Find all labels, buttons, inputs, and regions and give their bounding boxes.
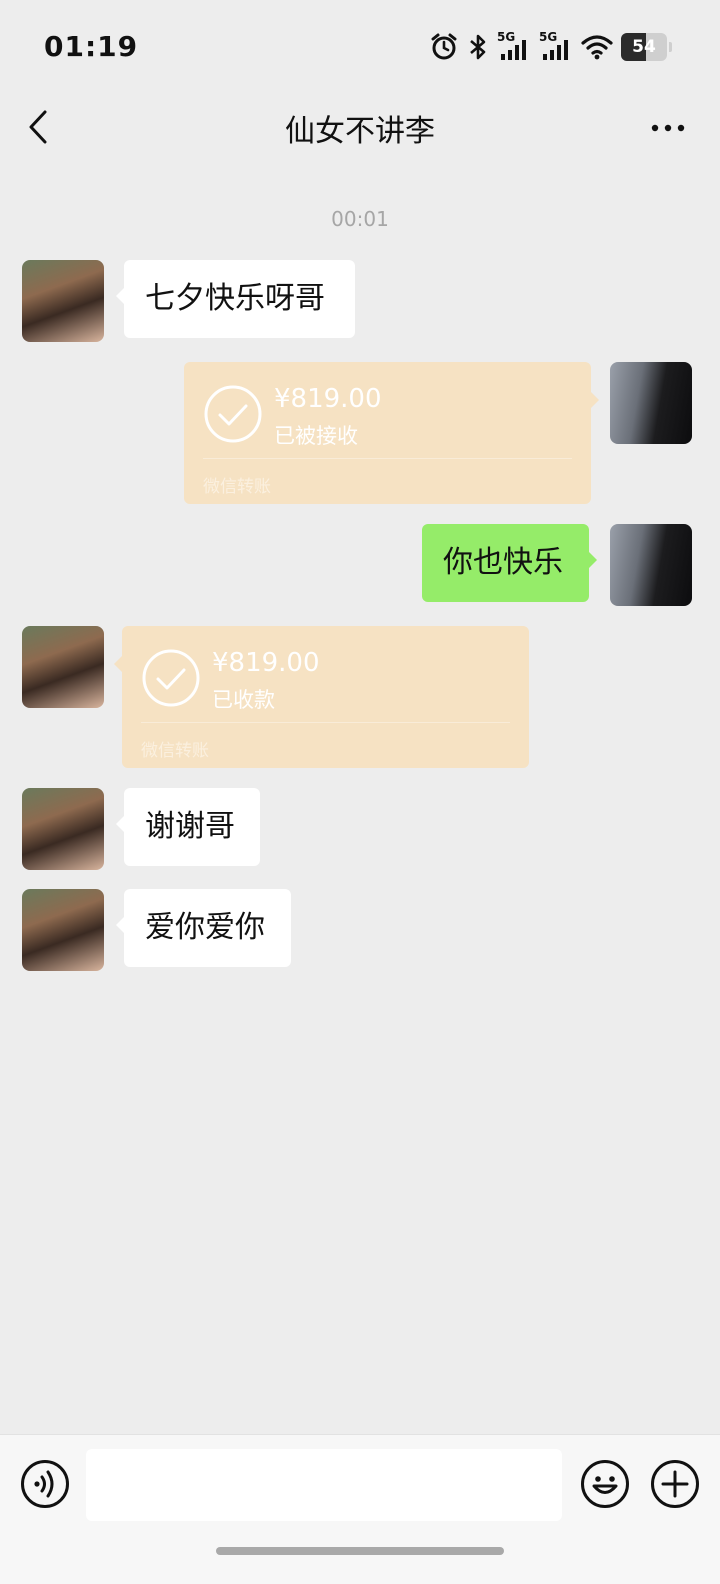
transfer-card-outgoing[interactable]: ¥819.00 已被接收 微信转账	[184, 362, 599, 504]
signal-icon: 5G	[539, 30, 573, 62]
contact-avatar[interactable]	[22, 889, 104, 971]
message-text: 七夕快乐呀哥	[145, 281, 325, 316]
check-circle-icon	[142, 649, 200, 707]
more-button[interactable]	[646, 106, 690, 150]
battery-icon: 54	[621, 33, 667, 61]
my-avatar[interactable]	[610, 362, 692, 444]
input-bar	[0, 1434, 720, 1584]
transfer-card-incoming[interactable]: ¥819.00 已收款 微信转账	[114, 626, 529, 768]
contact-avatar[interactable]	[22, 626, 104, 708]
transfer-divider	[203, 458, 572, 459]
signal-icon: 5G	[497, 30, 531, 62]
message-bubble-outgoing[interactable]: 你也快乐	[422, 524, 597, 602]
transfer-divider	[141, 722, 510, 723]
message-timestamp: 00:01	[331, 207, 389, 231]
message-bubble-incoming[interactable]: 爱你爱你	[116, 889, 291, 967]
status-bar: 01:19 5G 5G 54	[0, 0, 720, 92]
check-circle-icon	[204, 385, 262, 443]
alarm-icon	[431, 33, 457, 60]
message-bubble-incoming[interactable]: 七夕快乐呀哥	[116, 260, 355, 338]
plus-icon[interactable]	[650, 1459, 700, 1509]
chat-screen: 01:19 5G 5G 54 仙女不讲李 00:01 七夕快乐呀哥 ¥819.0…	[0, 0, 720, 1584]
transfer-amount: ¥819.00	[274, 384, 382, 414]
transfer-label: 微信转账	[203, 477, 271, 497]
transfer-label: 微信转账	[141, 741, 209, 761]
message-text: 爱你爱你	[145, 910, 265, 945]
message-text: 谢谢哥	[145, 809, 235, 844]
status-time: 01:19	[44, 30, 139, 63]
emoji-icon[interactable]	[580, 1459, 630, 1509]
message-input[interactable]	[86, 1449, 562, 1521]
wifi-icon	[581, 35, 613, 60]
my-avatar[interactable]	[610, 524, 692, 606]
home-indicator[interactable]	[216, 1547, 504, 1555]
battery-tip	[669, 42, 672, 52]
bluetooth-icon	[470, 34, 486, 60]
transfer-status: 已被接收	[274, 424, 358, 448]
transfer-status: 已收款	[212, 688, 275, 712]
message-text: 你也快乐	[443, 545, 563, 580]
message-bubble-incoming[interactable]: 谢谢哥	[116, 788, 260, 866]
contact-avatar[interactable]	[22, 260, 104, 342]
more-icon	[651, 124, 685, 132]
transfer-amount: ¥819.00	[212, 648, 320, 678]
voice-icon[interactable]	[20, 1459, 70, 1509]
status-icons: 5G 5G 54	[429, 30, 672, 64]
chat-title: 仙女不讲李	[285, 114, 435, 149]
battery-text: 54	[632, 37, 656, 57]
contact-avatar[interactable]	[22, 788, 104, 870]
nav-bar: 仙女不讲李	[0, 92, 720, 164]
